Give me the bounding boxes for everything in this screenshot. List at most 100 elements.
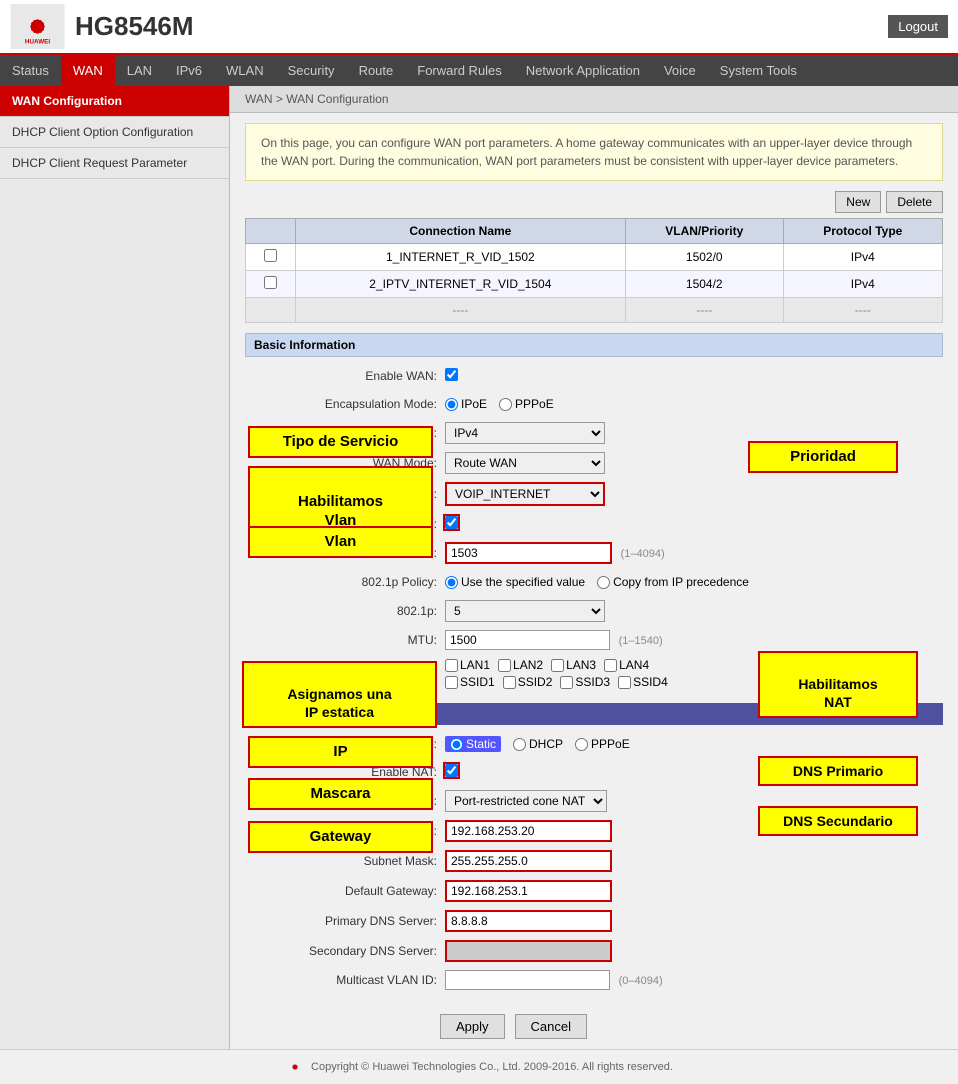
primary-dns-input[interactable] (445, 910, 612, 932)
multicast-vlan-control: (0–4094) (445, 970, 943, 990)
lan4-option[interactable]: LAN4 (604, 658, 649, 672)
nav-wlan[interactable]: WLAN (214, 55, 276, 86)
header-left: HUAWEI HG8546M (10, 4, 194, 49)
multicast-vlan-input[interactable] (445, 970, 610, 990)
gateway-input[interactable] (445, 880, 612, 902)
ssid3-option[interactable]: SSID3 (560, 675, 610, 689)
navbar: Status WAN LAN IPv6 WLAN Security Route … (0, 55, 958, 86)
policy-specified[interactable]: Use the specified value (445, 575, 585, 589)
gateway-row: Default Gateway: (245, 876, 943, 906)
mtu-input[interactable] (445, 630, 610, 650)
action-buttons: Apply Cancel (425, 1004, 958, 1049)
primary-dns-row: Primary DNS Server: (245, 906, 943, 936)
nav-lan[interactable]: LAN (115, 55, 164, 86)
nav-ipv6[interactable]: IPv6 (164, 55, 214, 86)
encap-mode-row: Encapsulation Mode: IPoE PPPoE (245, 390, 943, 418)
row3-vlan: ---- (625, 298, 783, 323)
footer-text: Copyright © Huawei Technologies Co., Ltd… (311, 1061, 673, 1073)
nat-type-select[interactable]: Port-restricted cone NAT Full cone NAT R… (445, 790, 607, 812)
ipoe-option[interactable]: IPoE (445, 397, 487, 411)
sidebar-item-dhcp-request[interactable]: DHCP Client Request Parameter (0, 148, 229, 179)
secondary-dns-input[interactable] (445, 940, 612, 962)
checkbox-col-header (246, 219, 296, 244)
row3-name: ---- (295, 298, 625, 323)
new-button[interactable]: New (835, 191, 881, 213)
ssid1-option[interactable]: SSID1 (445, 675, 495, 689)
service-type-select[interactable]: VOIP_INTERNET INTERNET VOIP TR069 OTHER (445, 482, 605, 506)
enable-wan-checkbox[interactable] (445, 368, 458, 381)
main-layout: WAN Configuration DHCP Client Option Con… (0, 86, 958, 1049)
pppoe-ip-option[interactable]: PPPoE (575, 737, 630, 751)
ip-addr-input[interactable] (445, 820, 612, 842)
primary-dns-label: Primary DNS Server: (245, 914, 445, 928)
static-option[interactable]: Static (445, 736, 501, 752)
annotation-asignamos-ip: Asignamos una IP estatica (242, 661, 437, 728)
enable-vlan-checkbox[interactable] (445, 516, 458, 529)
footer-logo (285, 1058, 305, 1076)
row3-protocol: ---- (783, 298, 942, 323)
row2-checkbox[interactable] (264, 276, 277, 289)
protocol-type-header: Protocol Type (783, 219, 942, 244)
subnet-input[interactable] (445, 850, 612, 872)
policy-control: Use the specified value Copy from IP pre… (445, 575, 943, 589)
content-area: WAN > WAN Configuration On this page, yo… (230, 86, 958, 1049)
enable-nat-checkbox[interactable] (445, 764, 458, 777)
cancel-button[interactable]: Cancel (515, 1014, 587, 1039)
dhcp-option[interactable]: DHCP (513, 737, 563, 751)
wan-mode-select[interactable]: Route WAN Bridge WAN (445, 452, 605, 474)
ssid4-option[interactable]: SSID4 (618, 675, 668, 689)
policy-row: 802.1p Policy: Use the specified value C… (245, 568, 943, 596)
nav-network-application[interactable]: Network Application (514, 55, 652, 86)
mtu-label: MTU: (245, 633, 445, 647)
protocol-type-select[interactable]: IPv4 IPv6 IPv4/IPv6 (445, 422, 605, 444)
nav-status[interactable]: Status (0, 55, 61, 86)
annotation-ip: IP (248, 736, 433, 768)
basic-info-title: Basic Information (245, 333, 943, 357)
lan2-option[interactable]: LAN2 (498, 658, 543, 672)
nav-voice[interactable]: Voice (652, 55, 708, 86)
row1-name: 1_INTERNET_R_VID_1502 (295, 244, 625, 271)
apply-button[interactable]: Apply (440, 1014, 505, 1039)
nav-security[interactable]: Security (276, 55, 347, 86)
connection-name-header: Connection Name (295, 219, 625, 244)
nav-forward-rules[interactable]: Forward Rules (405, 55, 514, 86)
lan3-option[interactable]: LAN3 (551, 658, 596, 672)
enable-wan-control (445, 368, 943, 384)
page-wrapper: HUAWEI HG8546M Logout Status WAN LAN IPv… (0, 0, 958, 1084)
table-controls: New Delete (245, 191, 943, 213)
sidebar-item-wan-config[interactable]: WAN Configuration (0, 86, 229, 117)
row2-protocol: IPv4 (783, 271, 942, 298)
sidebar-item-dhcp-option[interactable]: DHCP Client Option Configuration (0, 117, 229, 148)
mtu-control: (1–1540) (445, 630, 943, 650)
encap-mode-control: IPoE PPPoE (445, 397, 943, 411)
ssid2-option[interactable]: SSID2 (503, 675, 553, 689)
row2-vlan: 1504/2 (625, 271, 783, 298)
gateway-label: Default Gateway: (245, 884, 445, 898)
header: HUAWEI HG8546M Logout (0, 0, 958, 55)
mtu-hint: (1–1540) (619, 635, 663, 647)
sidebar: WAN Configuration DHCP Client Option Con… (0, 86, 230, 1049)
nav-system-tools[interactable]: System Tools (708, 55, 809, 86)
row1-protocol: IPv4 (783, 244, 942, 271)
vlan-id-input[interactable] (445, 542, 612, 564)
nav-wan[interactable]: WAN (61, 55, 115, 86)
p8021p-select[interactable]: 01234567 (445, 600, 605, 622)
delete-button[interactable]: Delete (886, 191, 943, 213)
nav-route[interactable]: Route (347, 55, 406, 86)
lan1-option[interactable]: LAN1 (445, 658, 490, 672)
enable-wan-label: Enable WAN: (245, 369, 445, 383)
logout-button[interactable]: Logout (888, 15, 948, 38)
table-row: 2_IPTV_INTERNET_R_VID_1504 1504/2 IPv4 (246, 271, 943, 298)
encap-mode-label: Encapsulation Mode: (245, 397, 445, 411)
p8021p-row: 802.1p: 01234567 (245, 596, 943, 626)
annotation-tipo-servicio: Tipo de Servicio (248, 426, 433, 458)
footer: Copyright © Huawei Technologies Co., Ltd… (0, 1049, 958, 1084)
pppoe-option[interactable]: PPPoE (499, 397, 554, 411)
annotation-dns-secundario: DNS Secundario (758, 806, 918, 836)
row1-checkbox[interactable] (264, 249, 277, 262)
secondary-dns-label: Secondary DNS Server: (245, 944, 445, 958)
policy-copy[interactable]: Copy from IP precedence (597, 575, 749, 589)
connection-table: Connection Name VLAN/Priority Protocol T… (245, 218, 943, 323)
table-row: 1_INTERNET_R_VID_1502 1502/0 IPv4 (246, 244, 943, 271)
info-box: On this page, you can configure WAN port… (245, 123, 943, 181)
